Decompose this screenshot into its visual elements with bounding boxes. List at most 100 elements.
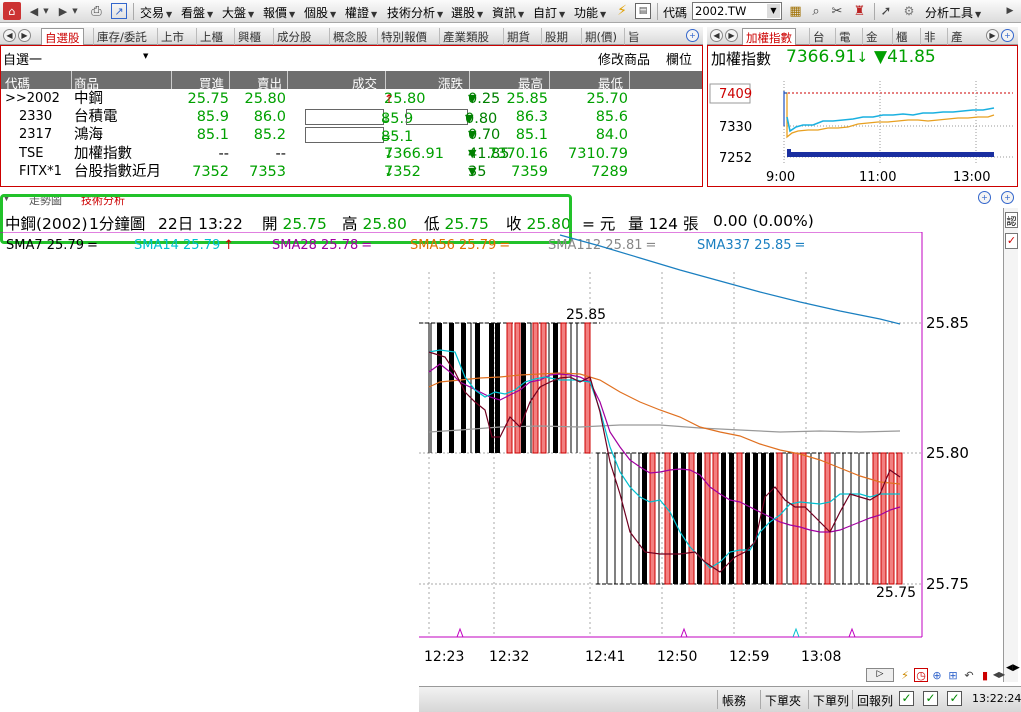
quote-board-icon[interactable]: ▦ bbox=[787, 3, 804, 19]
back-icon[interactable]: ◀ bbox=[27, 4, 41, 18]
menu-market[interactable]: 大盤 ▼ bbox=[222, 4, 254, 21]
index-x-label-1: 11:00 bbox=[859, 170, 896, 185]
index-tab-prev-icon[interactable]: ◀ bbox=[710, 29, 723, 42]
chart-bars-icon[interactable]: ▮ bbox=[978, 668, 992, 682]
table-row[interactable]: TSE 加權指數 -- -- 7366.91 ↓ ▼ 41.85 7370.16 7310.79 bbox=[1, 145, 702, 163]
row-ask: 7353 bbox=[249, 163, 286, 180]
side-doc-icon[interactable]: 認 bbox=[1005, 212, 1018, 228]
menu-function[interactable]: 功能 ▼ bbox=[574, 4, 606, 21]
index-tab-4[interactable]: 櫃 bbox=[892, 28, 911, 45]
quote-tab-4[interactable]: 興櫃 bbox=[234, 28, 264, 45]
table-row[interactable]: 2317 鴻海 85.1 85.2 85.1 = ▼ 0.70 85.1 84.0 bbox=[1, 126, 702, 145]
table-row[interactable]: >>2002 中鋼 25.75 25.80 25.80 ↑ ▼ 0.25 25.85 25.70 bbox=[1, 90, 702, 108]
popout-icon[interactable]: ↗ bbox=[111, 3, 127, 19]
menu-warrant[interactable]: 權證 ▼ bbox=[345, 4, 377, 21]
index-tab-5[interactable]: 非 bbox=[920, 28, 939, 45]
table-row[interactable]: 2330 台積電 85.9 86.0 85.9 ↓ ▼ 0.80 86.3 85.6 bbox=[1, 108, 702, 127]
index-tab-0[interactable]: 加權指數 bbox=[742, 28, 796, 45]
index-name: 加權指數 bbox=[711, 50, 772, 68]
price-x-label: 12:50 bbox=[657, 649, 697, 665]
status-check-2[interactable]: ✓ bbox=[923, 691, 938, 706]
notepad-icon[interactable]: ▤ bbox=[635, 3, 651, 19]
price-y-label: 25.80 bbox=[926, 444, 969, 462]
print-icon[interactable]: ⎙ bbox=[88, 3, 105, 19]
status-check-3[interactable]: ✓ bbox=[947, 691, 962, 706]
back-dropdown-icon[interactable]: ▼ bbox=[42, 4, 50, 18]
order-folder-button[interactable]: 下單夾 bbox=[760, 690, 805, 709]
lightning-icon[interactable]: ⚡ bbox=[614, 3, 630, 19]
chart-undo-icon[interactable]: ↶ bbox=[962, 668, 976, 682]
status-bar: 帳務 下單夾 下單列 回報列 ✓ ✓ ✓ 13:22:24 bbox=[419, 686, 1021, 712]
order-bar-button[interactable]: 下單列 bbox=[808, 690, 853, 709]
report-bar-button[interactable]: 回報列 bbox=[852, 690, 897, 709]
analysis-tools-menu[interactable]: 分析工具 ▼ bbox=[925, 4, 981, 21]
chart-scrollbar[interactable]: ▷ bbox=[866, 668, 894, 682]
code-label: 代碼 bbox=[663, 6, 688, 20]
quote-tab-7[interactable]: 特別報價 bbox=[377, 28, 430, 45]
quote-tab-10[interactable]: 股期 bbox=[541, 28, 571, 45]
quote-tab-11[interactable]: 期(價) bbox=[581, 28, 620, 45]
quote-tab-2[interactable]: 上市 bbox=[157, 28, 187, 45]
row-name: 加權指數 bbox=[74, 145, 132, 162]
toolbar-overflow-icon[interactable]: ▶ bbox=[1003, 4, 1017, 18]
home-icon[interactable]: ⌂ bbox=[3, 2, 21, 20]
quote-tab-8[interactable]: 產業類股 bbox=[439, 28, 492, 45]
menu-info[interactable]: 資訊 ▼ bbox=[492, 4, 524, 21]
quote-tab-9[interactable]: 期貨 bbox=[503, 28, 533, 45]
status-check-1[interactable]: ✓ bbox=[899, 691, 914, 706]
code-input[interactable]: 2002.TW ▼ bbox=[692, 2, 782, 20]
column-divider bbox=[287, 71, 288, 89]
row-bid: 25.75 bbox=[187, 91, 229, 107]
menu-watch[interactable]: 看盤 ▼ bbox=[181, 4, 213, 21]
forward-dropdown-icon[interactable]: ▼ bbox=[71, 4, 79, 18]
forward-icon[interactable]: ▶ bbox=[56, 4, 70, 18]
modify-products-button[interactable]: 修改商品 bbox=[598, 49, 650, 68]
menu-custom[interactable]: 自訂 ▼ bbox=[533, 4, 565, 21]
columns-button[interactable]: 欄位 bbox=[666, 49, 692, 68]
index-add-tab-icon[interactable]: + bbox=[1001, 29, 1014, 42]
add-tab-icon[interactable]: + bbox=[686, 29, 699, 42]
quote-tab-0[interactable]: 自選股 bbox=[41, 28, 84, 45]
tab-prev-icon[interactable]: ◀ bbox=[3, 29, 16, 42]
index-tab-1[interactable]: 台 bbox=[809, 28, 828, 45]
code-dropdown-icon[interactable]: ▼ bbox=[767, 4, 780, 18]
side-check-icon[interactable]: ✓ bbox=[1005, 233, 1018, 249]
chart-fit-icon[interactable]: ⊞ bbox=[946, 668, 960, 682]
search-icon[interactable]: ⌕ bbox=[808, 3, 824, 19]
account-button[interactable]: 帳務 bbox=[717, 690, 750, 709]
price-x-label: 12:23 bbox=[424, 649, 464, 665]
quote-tab-12[interactable]: 旨 bbox=[624, 28, 643, 45]
index-tab-2[interactable]: 電 bbox=[835, 28, 854, 45]
menu-stock[interactable]: 個股 ▼ bbox=[304, 4, 336, 21]
side-scroll-up-icon[interactable]: ◀▶ bbox=[1006, 663, 1020, 673]
index-tab-3[interactable]: 金 bbox=[862, 28, 881, 45]
table-row[interactable]: FITX*1 台股指數近月 7352 7353 7352 ↓ ▼ 35 7359 7289 bbox=[1, 163, 702, 181]
menu-quote[interactable]: 報價 ▼ bbox=[263, 4, 295, 21]
side-zoom-icon[interactable]: + bbox=[1001, 191, 1014, 204]
pointer-icon[interactable]: ➚ bbox=[879, 3, 893, 19]
watchlist-select[interactable]: 自選一 ▼ bbox=[3, 49, 151, 68]
chart-zoom-in-icon[interactable]: ⊕ bbox=[930, 668, 944, 682]
index-tab-more-icon[interactable]: ▶ bbox=[986, 29, 999, 42]
tools-icon[interactable]: ✂ bbox=[829, 3, 845, 19]
watchlist-dropdown-icon[interactable]: ▼ bbox=[143, 52, 148, 60]
chart-resize-icon[interactable]: ◀▶ bbox=[993, 668, 1005, 682]
quote-tab-1[interactable]: 庫存/委託 bbox=[93, 28, 150, 45]
index-tab-next-icon[interactable]: ▶ bbox=[725, 29, 738, 42]
row-low: 7310.79 bbox=[568, 145, 628, 162]
alert-icon[interactable]: ♜ bbox=[851, 3, 868, 19]
code-input-value: 2002.TW bbox=[695, 4, 747, 18]
quote-tab-3[interactable]: 上櫃 bbox=[196, 28, 226, 45]
menu-screener[interactable]: 選股 ▼ bbox=[451, 4, 483, 21]
menu-trade[interactable]: 交易 ▼ bbox=[140, 4, 172, 21]
chart-type-icon[interactable]: ⚡ bbox=[898, 668, 912, 682]
chart-zoom-icon[interactable]: + bbox=[978, 191, 991, 204]
chart-clock-icon[interactable]: ◷ bbox=[914, 668, 928, 682]
quote-tab-6[interactable]: 概念股 bbox=[329, 28, 371, 45]
quote-tab-5[interactable]: 成分股 bbox=[273, 28, 315, 45]
tab-next-icon[interactable]: ▶ bbox=[18, 29, 31, 42]
index-tab-6[interactable]: 產 bbox=[947, 28, 966, 45]
menu-technical[interactable]: 技術分析 ▼ bbox=[387, 4, 443, 21]
sma337-line bbox=[559, 234, 901, 325]
settings-icon[interactable]: ⚙ bbox=[901, 3, 917, 19]
